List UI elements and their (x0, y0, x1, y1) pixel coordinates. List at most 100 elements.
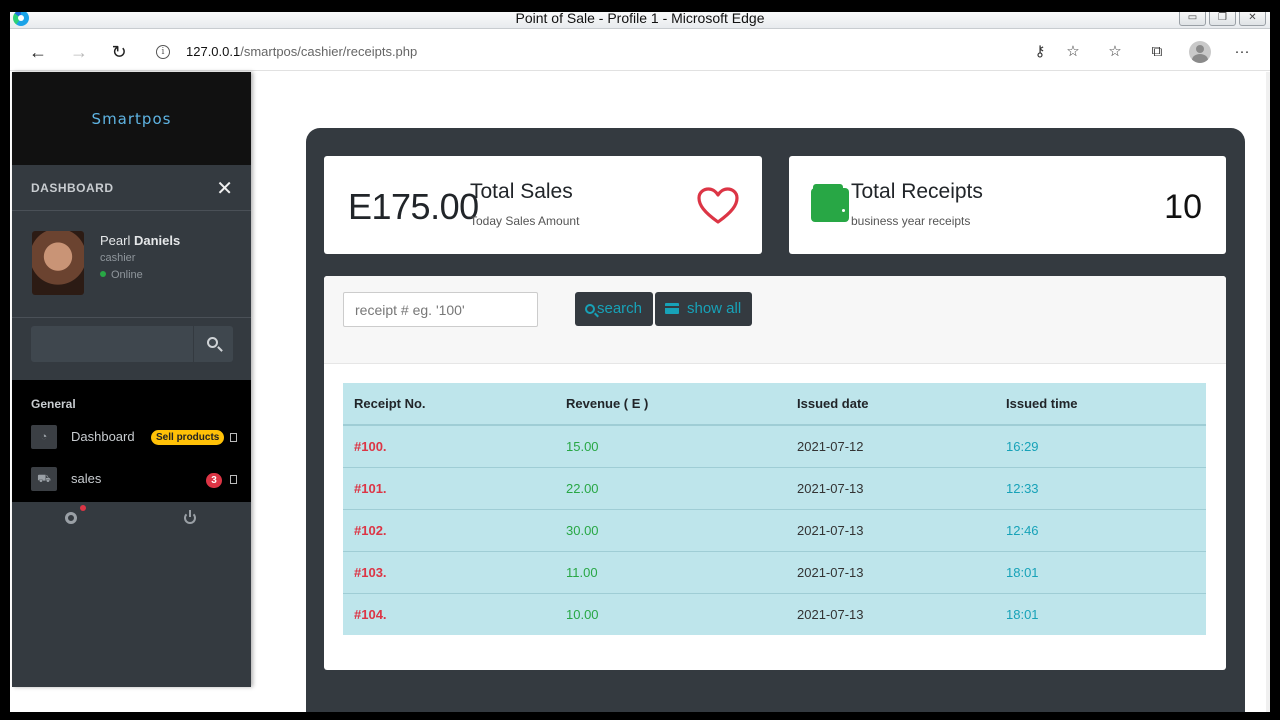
heart-icon (697, 187, 739, 224)
receipt-number: #102. (343, 508, 555, 551)
back-arrow-icon[interactable]: ← (27, 41, 49, 63)
column-header: Issued date (786, 383, 995, 426)
receipt-number: #101. (343, 466, 555, 509)
receipts-table: Receipt No. Revenue ( E ) Issued date Is… (343, 383, 1206, 635)
time-cell: 16:29 (995, 424, 1206, 467)
credit-card-icon (665, 303, 679, 314)
column-header: Revenue ( E ) (555, 383, 786, 426)
total-sales-card: E175.00 Total Sales Today Sales Amount (324, 156, 762, 254)
close-sidebar-icon[interactable]: ✕ (216, 176, 233, 201)
receipt-number: #104. (343, 592, 555, 635)
tab-strip-bar (10, 8, 1270, 12)
search-icon (207, 337, 218, 348)
revenue-cell: 30.00 (555, 508, 786, 551)
page-scrollbar[interactable] (1266, 72, 1270, 712)
window-title: Point of Sale - Profile 1 - Microsoft Ed… (515, 10, 765, 26)
date-cell: 2021-07-13 (786, 592, 995, 635)
sidebar-search-button[interactable] (194, 326, 233, 362)
table-row[interactable]: #103. 11.00 2021-07-13 18:01 (343, 550, 1206, 593)
sidebar-item-dashboard[interactable]: ◔ Dashboard Sell products (12, 423, 251, 453)
revenue-cell: 15.00 (555, 424, 786, 467)
user-role: cashier (100, 252, 136, 264)
browser-window: Point of Sale - Profile 1 - Microsoft Ed… (10, 8, 1270, 712)
sidebar-header: DASHBOARD ✕ (12, 165, 251, 211)
favorites-icon[interactable]: ☆ (1105, 42, 1125, 62)
time-cell: 12:46 (995, 508, 1206, 551)
favorite-add-icon[interactable]: ☆ (1063, 42, 1083, 62)
receipt-number: #100. (343, 424, 555, 467)
total-sales-subtitle: Today Sales Amount (470, 214, 580, 228)
sidebar-section-label: DASHBOARD (31, 180, 114, 195)
time-cell: 18:01 (995, 550, 1206, 593)
page-content: Smartpos DASHBOARD ✕ Pearl Daniels cashi… (10, 72, 1266, 712)
profile-avatar-icon[interactable] (1189, 41, 1211, 63)
column-header: Receipt No. (343, 383, 555, 426)
brand-name[interactable]: Smartpos (92, 110, 172, 128)
refresh-icon[interactable]: ↻ (108, 41, 130, 63)
collections-icon[interactable]: ⧉ (1147, 42, 1167, 62)
show-all-button-label: show all (687, 300, 742, 317)
revenue-cell: 10.00 (555, 592, 786, 635)
sidebar-item-label: Dashboard (71, 429, 135, 444)
online-dot-icon (100, 271, 106, 277)
brand: Smartpos (12, 72, 251, 165)
site-info-icon[interactable]: i (156, 45, 170, 59)
time-cell: 12:33 (995, 466, 1206, 509)
total-sales-value: E175.00 (348, 186, 479, 227)
date-cell: 2021-07-13 (786, 508, 995, 551)
receipt-number: #103. (343, 550, 555, 593)
table-header-row: Receipt No. Revenue ( E ) Issued date Is… (343, 383, 1206, 426)
user-status: Online (100, 269, 143, 281)
forward-arrow-icon: → (70, 42, 88, 62)
show-all-button[interactable]: show all (655, 292, 752, 326)
sidebar-footer (12, 502, 251, 532)
sidebar-menu: General ◔ Dashboard Sell products ⛟ sale… (12, 380, 251, 502)
user-last-name: Daniels (133, 233, 181, 248)
gear-icon[interactable] (65, 512, 77, 524)
expand-icon (230, 475, 237, 484)
table-row[interactable]: #104. 10.00 2021-07-13 18:01 (343, 592, 1206, 635)
notification-dot-icon (80, 505, 86, 511)
power-icon[interactable] (184, 510, 196, 524)
table-row[interactable]: #101. 22.00 2021-07-13 12:33 (343, 466, 1206, 509)
date-cell: 2021-07-13 (786, 466, 995, 509)
user-first-name: Pearl (100, 233, 131, 248)
total-sales-title: Total Sales (470, 180, 573, 203)
more-menu-icon[interactable]: ··· (1232, 42, 1252, 62)
revenue-cell: 22.00 (555, 466, 786, 509)
user-name: Pearl Daniels (100, 233, 180, 248)
date-cell: 2021-07-12 (786, 424, 995, 467)
table-row[interactable]: #100. 15.00 2021-07-12 16:29 (343, 424, 1206, 467)
total-receipts-subtitle: business year receipts (851, 214, 971, 228)
main-panel: E175.00 Total Sales Today Sales Amount T… (306, 128, 1245, 712)
menu-heading: General (31, 397, 76, 411)
cart-icon: ⛟ (31, 467, 57, 491)
sidebar-item-label: sales (71, 471, 102, 486)
total-receipts-title: Total Receipts (851, 180, 983, 203)
sales-count-badge: 3 (206, 473, 222, 488)
table-row[interactable]: #102. 30.00 2021-07-13 12:46 (343, 508, 1206, 551)
search-button[interactable]: search (575, 292, 653, 326)
sidebar-item-sales[interactable]: ⛟ sales 3 (12, 465, 251, 495)
search-button-label: search (597, 300, 643, 317)
sidebar-search-input[interactable] (31, 326, 193, 362)
sell-products-badge: Sell products (151, 430, 225, 445)
revenue-cell: 11.00 (555, 550, 786, 593)
key-icon[interactable]: ⚷ (1030, 42, 1050, 62)
search-area: search show all (324, 276, 1226, 364)
receipt-search-input[interactable] (343, 292, 538, 327)
sidebar: Smartpos DASHBOARD ✕ Pearl Daniels cashi… (12, 72, 251, 687)
user-status-text: Online (111, 269, 143, 281)
url-text: 127.0.0.1/smartpos/cashier/receipts.php (186, 44, 417, 59)
search-icon (585, 304, 595, 314)
avatar (32, 231, 84, 295)
url-field[interactable]: i 127.0.0.1/smartpos/cashier/receipts.ph… (144, 38, 1034, 66)
url-path: /smartpos/cashier/receipts.php (240, 44, 418, 59)
date-cell: 2021-07-13 (786, 550, 995, 593)
total-receipts-card: Total Receipts business year receipts 10 (789, 156, 1226, 254)
sidebar-search (31, 326, 233, 362)
user-panel: Pearl Daniels cashier Online (12, 211, 251, 318)
column-header: Issued time (995, 383, 1206, 426)
total-receipts-count: 10 (1164, 188, 1202, 226)
expand-icon (230, 433, 237, 442)
